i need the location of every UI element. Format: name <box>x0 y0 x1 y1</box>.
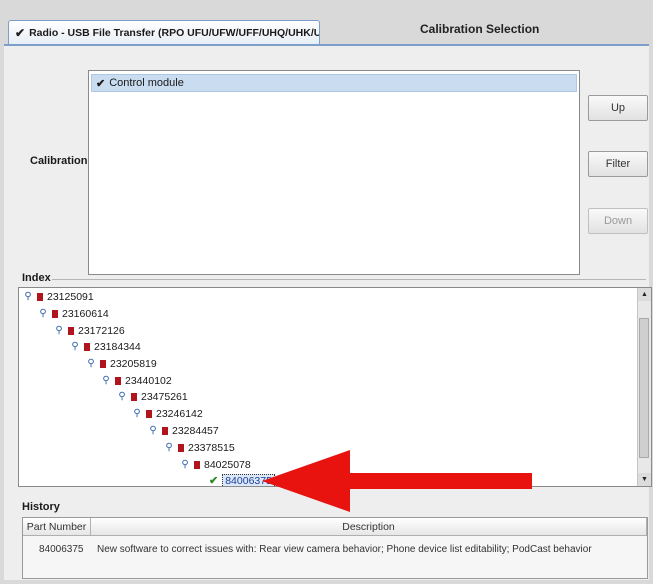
table-cell-description: New software to correct issues with: Rea… <box>97 544 592 555</box>
index-label: Index <box>22 272 51 284</box>
tree-node[interactable]: ⚲ 23125091 <box>23 289 94 304</box>
expand-key-icon[interactable]: ⚲ <box>86 358 96 369</box>
module-icon <box>162 426 168 435</box>
tree-node[interactable]: ⚲ 23184344 <box>70 339 141 354</box>
history-table: Part Number Description 84006375 New sof… <box>22 517 648 579</box>
expand-key-icon[interactable]: ⚲ <box>117 391 127 402</box>
module-icon <box>178 443 184 452</box>
tree-node[interactable]: ⚲ 84025078 <box>180 457 251 472</box>
tree-node[interactable]: ⚲ 23284457 <box>148 423 219 438</box>
history-label: History <box>22 501 60 513</box>
tree-node-label: 23246142 <box>156 407 203 420</box>
expand-key-icon[interactable]: ⚲ <box>54 325 64 336</box>
calibration-item-label: Control module <box>109 77 184 89</box>
module-icon <box>84 342 90 351</box>
calibration-label: Calibration <box>30 155 88 167</box>
expand-key-icon[interactable]: ⚲ <box>132 408 142 419</box>
filter-button[interactable]: Filter <box>588 151 648 177</box>
module-icon <box>146 409 152 418</box>
module-icon <box>115 376 121 385</box>
tab-label: Radio - USB File Transfer (RPO UFU/UFW/U… <box>29 26 320 39</box>
check-icon: ✔ <box>209 475 219 487</box>
tree-node[interactable]: ⚲ 23440102 <box>101 373 172 388</box>
tab-radio-usb-file-transfer[interactable]: ✔ Radio - USB File Transfer (RPO UFU/UFW… <box>8 20 320 44</box>
tree-node-label: 23284457 <box>172 424 219 437</box>
tree-node-label: 23125091 <box>47 290 94 303</box>
checkmark-icon: ✔ <box>96 77 106 90</box>
calibration-item-control-module[interactable]: ✔ Control module <box>91 74 577 92</box>
tree-node[interactable]: ⚲ 23205819 <box>86 356 157 371</box>
expand-key-icon[interactable]: ⚲ <box>148 425 158 436</box>
column-header-description[interactable]: Description <box>91 518 647 536</box>
expand-key-icon[interactable]: ⚲ <box>23 291 33 302</box>
module-icon <box>68 326 74 335</box>
calibration-list[interactable]: ✔ Control module <box>88 70 580 275</box>
module-icon <box>131 392 137 401</box>
tree-node-label: 23475261 <box>141 390 188 403</box>
red-arrow-icon <box>262 450 532 512</box>
tree-node-label: 23205819 <box>110 357 157 370</box>
tree-node-label: 23184344 <box>94 340 141 353</box>
checkmark-icon: ✔ <box>15 25 26 40</box>
expand-key-icon[interactable]: ⚲ <box>38 308 48 319</box>
tree-node[interactable]: ⚲ 23160614 <box>38 306 109 321</box>
tree-node[interactable]: ⚲ 23475261 <box>117 389 188 404</box>
table-cell-part-number: 84006375 <box>39 544 84 555</box>
tree-node[interactable]: ⚲ 23172126 <box>54 323 125 338</box>
tree-node-label: 23378515 <box>188 441 235 454</box>
module-icon <box>100 359 106 368</box>
tree-node-label: 84025078 <box>204 458 251 471</box>
up-button[interactable]: Up <box>588 95 648 121</box>
tree-scrollbar[interactable]: ▲ ▼ <box>637 288 651 486</box>
tree-node-label: 23172126 <box>78 324 125 337</box>
tree-node[interactable]: ⚲ 23246142 <box>132 406 203 421</box>
expand-key-icon[interactable]: ⚲ <box>164 442 174 453</box>
expand-key-icon[interactable]: ⚲ <box>101 375 111 386</box>
tree-node-label: 23160614 <box>62 307 109 320</box>
scroll-down-icon[interactable]: ▼ <box>638 473 651 486</box>
tree-node-label: 23440102 <box>125 374 172 387</box>
scroll-thumb[interactable] <box>639 318 649 458</box>
module-icon <box>194 460 200 469</box>
down-button[interactable]: Down <box>588 208 648 234</box>
divider <box>52 279 646 280</box>
tree-node[interactable]: ⚲ 23378515 <box>164 440 235 455</box>
column-header-part-number[interactable]: Part Number <box>23 518 91 536</box>
scroll-up-icon[interactable]: ▲ <box>638 288 651 301</box>
module-icon <box>37 292 43 301</box>
expand-key-icon[interactable]: ⚲ <box>70 341 80 352</box>
page-title: Calibration Selection <box>420 22 540 36</box>
expand-key-icon[interactable]: ⚲ <box>180 459 190 470</box>
module-icon <box>52 309 58 318</box>
